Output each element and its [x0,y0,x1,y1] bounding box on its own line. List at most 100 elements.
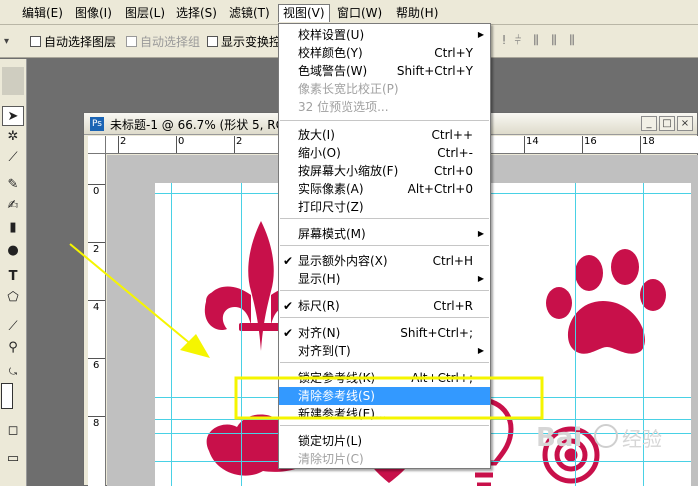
menu-select[interactable]: 选择(S) [172,4,221,22]
toolbox: ➤ ✲ ⟋ ✎ ✍ ▮ ● T ⬠ ⟋ ⚲ ⤿ ◻ ▭ [0,59,27,486]
menu-item-label: 清除切片(C) [298,452,364,466]
menu-item-zoom-in[interactable]: 放大(I) Ctrl++ [279,126,490,144]
checkbox-box[interactable] [126,36,137,47]
gradient-icon[interactable]: ▮ [2,218,24,238]
ruler-label: 16 [584,136,597,147]
dodge-icon[interactable]: ● [2,241,24,261]
quick-mask-icon[interactable]: ◻ [2,421,24,441]
menu-item-lock-slices[interactable]: 锁定切片(L) [279,432,490,450]
menu-item-label: 对齐到(T) [298,344,351,358]
menu-item-new-guide[interactable]: 新建参考线(E)... [279,405,490,423]
checkmark-icon: ✔ [283,299,294,313]
menu-item-shortcut: Alt+Ctrl+; [411,371,473,385]
menu-item-snap[interactable]: ✔ 对齐(N) Shift+Ctrl+; [279,324,490,342]
baidu-paw-logo-icon [594,424,618,448]
auto-select-layer-checkbox[interactable]: 自动选择图层 [30,34,116,50]
menu-item-label: 新建参考线(E)... [298,407,387,421]
menu-item-label: 打印尺寸(Z) [298,200,364,214]
dot-shape [206,292,224,310]
menu-item-fit-screen[interactable]: 按屏幕大小缩放(F) Ctrl+0 [279,162,490,180]
ruler-label: 0 [93,186,100,197]
menu-item-gamut-warning[interactable]: 色域警告(W) Shift+Ctrl+Y [279,62,490,80]
menu-item-print-size[interactable]: 打印尺寸(Z) [279,198,490,216]
menu-separator [280,317,489,318]
history-brush-icon[interactable]: ✍ [2,196,24,216]
ruler-label: 14 [526,136,539,147]
close-icon[interactable]: × [677,116,693,131]
menu-separator [280,290,489,291]
screen-mode-icon[interactable]: ▭ [2,449,24,469]
ruler-label: 2 [120,136,127,147]
ruler-label: 8 [93,418,100,429]
menu-item-label: 32 位预览选项... [298,100,389,114]
align-center-icon[interactable]: ⫩ [510,33,526,47]
menu-item-shortcut: Ctrl+R [433,299,473,313]
menu-item-label: 校样设置(U) [298,28,365,42]
menu-item-show-extras[interactable]: ✔ 显示额外内容(X) Ctrl+H [279,252,490,270]
menu-item-proof-colors[interactable]: 校样颜色(Y) Ctrl+Y [279,44,490,62]
checkbox-box[interactable] [30,36,41,47]
menu-item-label: 按屏幕大小缩放(F) [298,164,399,178]
magic-wand-icon[interactable]: ✲ [2,127,24,147]
brush-icon[interactable]: ✎ [2,175,24,195]
menu-item-show[interactable]: 显示(H) ▶ [279,270,490,288]
menu-layer[interactable]: 图层(L) [121,4,169,22]
vertical-ruler[interactable]: 0 2 4 6 8 [88,154,106,486]
auto-select-layer-label: 自动选择图层 [44,35,117,49]
menu-item-label: 色域警告(W) [298,64,368,78]
watermark-suffix: 经验 [622,427,662,451]
submenu-arrow-icon: ▶ [477,346,484,355]
menu-item-label: 屏幕模式(M) [298,227,366,241]
ruler-origin[interactable] [88,136,106,154]
menu-item-lock-guides[interactable]: 锁定参考线(K) Alt+Ctrl+; [279,369,490,387]
menu-image[interactable]: 图像(I) [71,4,116,22]
menu-item-rulers[interactable]: ✔ 标尺(R) Ctrl+R [279,297,490,315]
distribute-left-icon[interactable]: ⫼ [528,33,544,47]
menu-item-clear-guides[interactable]: 清除参考线(S) [279,387,490,405]
eyedropper-icon[interactable]: ⟋ [2,148,24,168]
maximize-icon[interactable]: □ [659,116,675,131]
menu-item-label: 清除参考线(S) [298,389,375,403]
submenu-arrow-icon: ▶ [477,30,484,39]
show-transform-checkbox[interactable]: 显示变换控 [207,34,281,50]
menu-item-zoom-out[interactable]: 缩小(O) Ctrl+- [279,144,490,162]
view-menu-dropdown: 校样设置(U) ▶ 校样颜色(Y) Ctrl+Y 色域警告(W) Shift+Ctrl+Y… [278,23,491,469]
menu-item-shortcut: Ctrl++ [431,128,473,142]
checkbox-box[interactable] [207,36,218,47]
menu-separator [280,245,489,246]
menu-separator [280,120,489,121]
menu-edit[interactable]: 编辑(E) [18,4,67,22]
menu-filter[interactable]: 滤镜(T) [225,4,274,22]
foreground-color-swatch[interactable] [1,383,13,409]
menu-view[interactable]: 视图(V) [278,4,330,22]
tool-preset-arrow-icon[interactable]: ▾ [4,34,9,50]
submenu-arrow-icon: ▶ [477,229,484,238]
guide-line[interactable] [171,183,172,486]
paw-print-shape [546,249,666,354]
auto-select-group-label: 自动选择组 [140,35,201,49]
menu-window[interactable]: 窗口(W) [333,4,386,22]
menu-item-shortcut: Ctrl+- [437,146,473,160]
auto-select-group-checkbox[interactable]: 自动选择组 [126,34,200,50]
move-tool-icon[interactable]: ➤ [2,106,24,126]
menu-item-label: 对齐(N) [298,326,341,340]
checkmark-icon: ✔ [283,326,294,340]
distribute-center-icon[interactable]: ⫼ [546,33,562,47]
menu-item-shortcut: Shift+Ctrl+; [400,326,473,340]
menu-item-snap-to[interactable]: 对齐到(T) ▶ [279,342,490,360]
menu-item-actual-pixels[interactable]: 实际像素(A) Alt+Ctrl+0 [279,180,490,198]
zoom-icon[interactable]: ⚲ [2,338,24,358]
menu-item-label: 放大(I) [298,128,335,142]
type-tool-icon[interactable]: T [2,267,24,287]
watermark-text: Bai [536,423,582,453]
swap-colors-icon[interactable]: ⤿ [2,363,24,383]
menu-help[interactable]: 帮助(H) [392,4,442,22]
minimize-icon[interactable]: _ [641,116,657,131]
distribute-right-icon[interactable]: ⫼ [564,33,580,47]
pen-icon[interactable]: ⬠ [2,288,24,308]
menu-item-proof-setup[interactable]: 校样设置(U) ▶ [279,26,490,44]
menu-item-label: 像素长宽比校正(P) [298,82,399,96]
menu-item-screen-mode[interactable]: 屏幕模式(M) ▶ [279,225,490,243]
guide-line[interactable] [241,183,242,486]
eyedropper-2-icon[interactable]: ⟋ [2,317,24,337]
